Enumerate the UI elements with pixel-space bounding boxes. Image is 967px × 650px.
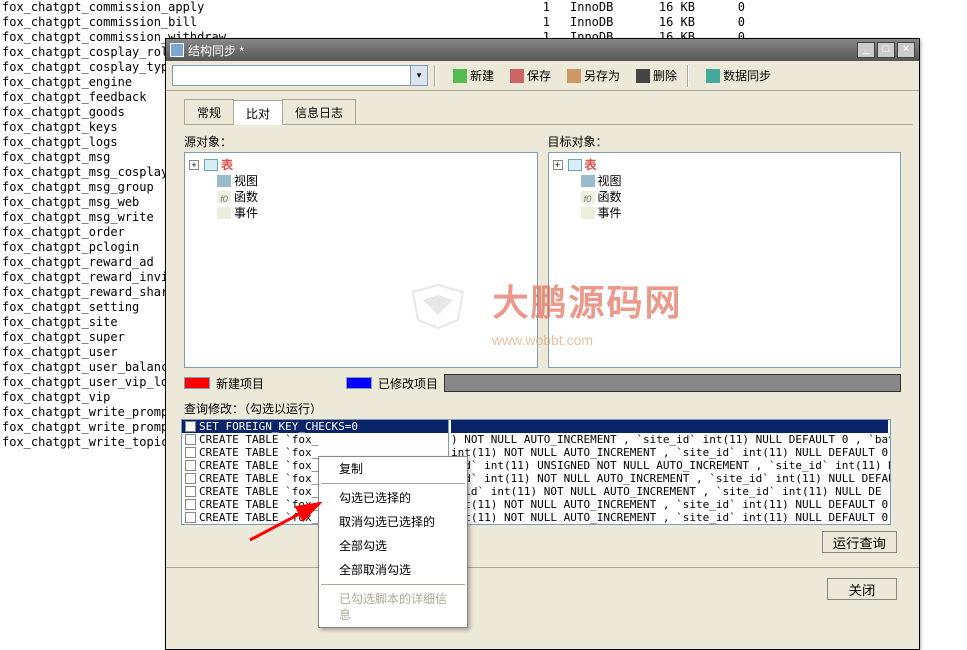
dialog-title: 结构同步 * (188, 42, 857, 59)
profile-dropdown[interactable]: ▾ (172, 65, 428, 86)
function-icon: f0 (217, 191, 231, 203)
sql-detail-row: int(11) NOT NULL AUTO_INCREMENT , `site_… (451, 446, 888, 459)
run-query-button[interactable]: 运行查询 (822, 531, 897, 553)
checkbox[interactable] (185, 473, 196, 484)
sql-row[interactable]: SET FOREIGN_KEY_CHECKS=0 (182, 420, 448, 433)
checkbox[interactable] (185, 512, 196, 523)
menu-copy[interactable]: 复制 (319, 457, 467, 481)
context-menu: 复制 勾选已选择的 取消勾选已选择的 全部勾选 全部取消勾选 已勾选脚本的详细信… (318, 456, 468, 628)
event-icon (217, 207, 231, 219)
source-tree[interactable]: +表 视图 f0函数 事件 (184, 152, 538, 368)
delete-button[interactable]: 删除 (632, 65, 681, 87)
checkbox[interactable] (185, 460, 196, 471)
function-icon: f0 (581, 191, 595, 203)
app-icon (170, 43, 184, 57)
legend-spacer (444, 374, 901, 392)
legend: 新建项目 已修改项目 (166, 372, 919, 398)
checkbox[interactable] (185, 421, 196, 432)
table-row[interactable]: fox_chatgpt_commission_apply1InnoDB16 KB… (0, 0, 967, 15)
checkbox[interactable] (185, 486, 196, 497)
table-icon (568, 159, 582, 171)
view-icon (581, 175, 595, 187)
tabs: 常规 比对 信息日志 (184, 99, 913, 125)
table-icon (204, 159, 218, 171)
target-tree[interactable]: +表 视图 f0函数 事件 (548, 152, 902, 368)
save-button[interactable]: 保存 (506, 65, 555, 87)
query-area: SET FOREIGN_KEY_CHECKS=0CREATE TABLE `fo… (181, 419, 904, 525)
menu-detail: 已勾选脚本的详细信息 (319, 587, 467, 627)
titlebar[interactable]: 结构同步 * _ □ × (166, 39, 919, 61)
event-icon (581, 207, 595, 219)
close-button[interactable]: × (897, 42, 915, 58)
new-icon (453, 69, 467, 83)
datasync-button[interactable]: 数据同步 (702, 65, 775, 87)
maximize-button[interactable]: □ (877, 42, 895, 58)
sql-detail-row: `id` int(11) UNSIGNED NOT NULL AUTO_INCR… (451, 459, 888, 472)
sql-detail-row (451, 420, 888, 433)
dialog-close-button[interactable]: 关闭 (827, 578, 897, 600)
sync-dialog: 结构同步 * _ □ × ▾ 新建 保存 另存为 删除 数据同步 常规 比对 信… (165, 38, 920, 650)
sql-detail-row: (`id` int(11) NOT NULL AUTO_INCREMENT , … (451, 485, 888, 498)
sql-row[interactable]: CREATE TABLE `fox_ (182, 433, 448, 446)
legend-new-swatch (184, 377, 210, 389)
sql-detail-row: `id` int(11) NOT NULL AUTO_INCREMENT , `… (451, 472, 888, 485)
source-label: 源对象： (184, 133, 538, 150)
save-icon (510, 69, 524, 83)
expand-icon[interactable]: + (553, 160, 563, 170)
chevron-down-icon: ▾ (410, 66, 427, 85)
menu-uncheck-selected[interactable]: 取消勾选已选择的 (319, 510, 467, 534)
new-button[interactable]: 新建 (449, 65, 498, 87)
query-label: 查询修改：（勾选以运行） (166, 398, 919, 419)
target-label: 目标对象： (548, 133, 902, 150)
minimize-button[interactable]: _ (857, 42, 875, 58)
menu-check-selected[interactable]: 勾选已选择的 (319, 486, 467, 510)
saveas-icon (567, 69, 581, 83)
trash-icon (636, 69, 650, 83)
table-row[interactable]: fox_chatgpt_commission_bill1InnoDB16 KB0 (0, 15, 967, 30)
menu-check-all[interactable]: 全部勾选 (319, 534, 467, 558)
tab-compare[interactable]: 比对 (233, 100, 283, 125)
menu-uncheck-all[interactable]: 全部取消勾选 (319, 558, 467, 582)
sync-icon (706, 69, 720, 83)
checkbox[interactable] (185, 499, 196, 510)
expand-icon[interactable]: + (189, 160, 199, 170)
saveas-button[interactable]: 另存为 (563, 65, 624, 87)
sql-detail-row: int(11) NOT NULL AUTO_INCREMENT , `site_… (451, 511, 888, 524)
sql-detail-row: ) NOT NULL AUTO_INCREMENT , `site_id` in… (451, 433, 888, 446)
checkbox[interactable] (185, 447, 196, 458)
toolbar: ▾ 新建 保存 另存为 删除 数据同步 (166, 61, 919, 91)
tab-general[interactable]: 常规 (184, 99, 234, 124)
legend-mod-swatch (346, 377, 372, 389)
tab-log[interactable]: 信息日志 (282, 99, 356, 124)
sql-detail-row: int(11) NOT NULL AUTO_INCREMENT , `site_… (451, 498, 888, 511)
sql-list-right[interactable]: ) NOT NULL AUTO_INCREMENT , `site_id` in… (449, 419, 891, 525)
checkbox[interactable] (185, 434, 196, 445)
view-icon (217, 175, 231, 187)
